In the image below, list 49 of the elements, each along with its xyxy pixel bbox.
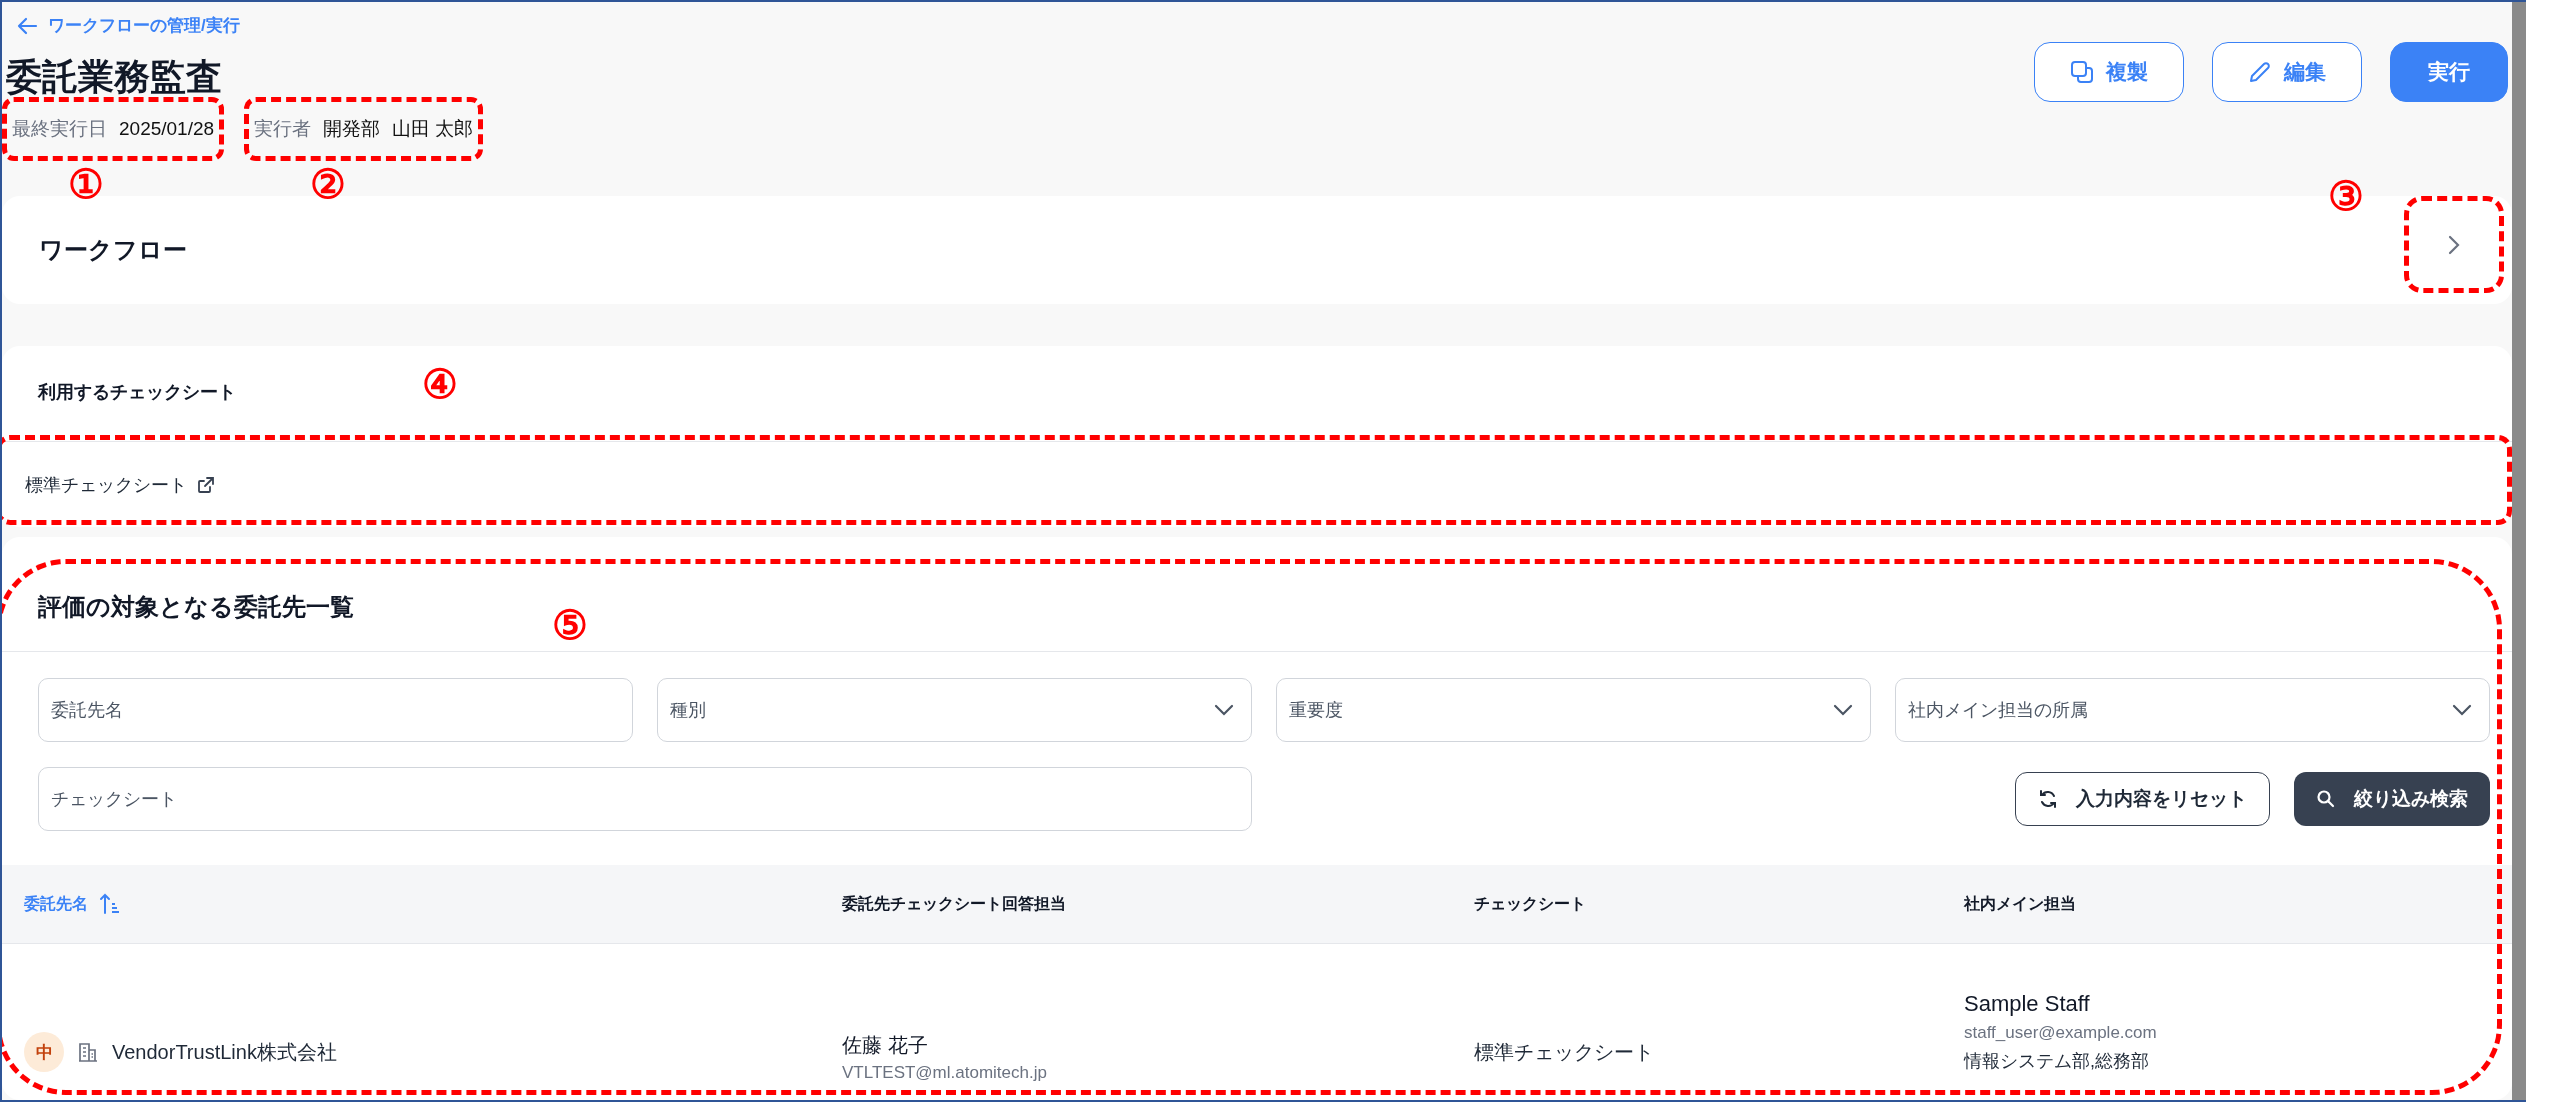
- importance-badge: 中: [24, 1032, 64, 1073]
- section-title: ワークフロー: [39, 235, 187, 266]
- run-button[interactable]: 実行: [2390, 42, 2508, 102]
- pencil-icon: [2248, 60, 2272, 84]
- building-icon: [78, 1041, 98, 1064]
- filter-dropdown[interactable]: 種別: [657, 678, 1252, 743]
- reset-button[interactable]: 入力内容をリセット: [2015, 772, 2270, 827]
- annotation-number: ⑤: [552, 603, 588, 648]
- meta-value: 山田 太郎: [392, 117, 474, 142]
- chevron-down-icon: [1213, 703, 1235, 718]
- email-text: staff_user@example.com: [1964, 1023, 2157, 1044]
- filter-field[interactable]: チェックシート: [38, 767, 1252, 832]
- external-link-icon: [197, 475, 215, 494]
- annotation-number: ④: [422, 362, 458, 407]
- filter-dropdown[interactable]: 社内メイン担当の所属: [1895, 678, 2490, 743]
- column-header[interactable]: 委託先チェックシート回答担当: [842, 893, 1066, 915]
- column-header[interactable]: チェックシート: [1474, 893, 1586, 915]
- checksheet-link[interactable]: 標準チェックシート: [25, 472, 187, 497]
- filter-field[interactable]: 委託先名: [38, 678, 633, 743]
- copy-button[interactable]: 複製: [2034, 42, 2184, 102]
- refresh-icon: [2038, 789, 2058, 810]
- search-icon: [2316, 789, 2336, 810]
- meta-value: 開発部: [323, 117, 381, 142]
- chevron-down-icon: [1832, 703, 1854, 718]
- column-header[interactable]: 社内メイン担当: [1964, 893, 2076, 915]
- chevron-right-icon[interactable]: [2447, 233, 2461, 256]
- search-button[interactable]: 絞り込み検索: [2294, 772, 2490, 827]
- filter-dropdown[interactable]: 重要度: [1276, 678, 1871, 743]
- edit-button[interactable]: 編集: [2212, 42, 2362, 102]
- scrollbar[interactable]: [2512, 2, 2526, 1100]
- back-arrow-icon: [16, 16, 38, 35]
- checksheet-name: 標準チェックシート: [1474, 1039, 1654, 1065]
- person-name: Sample Staff: [1964, 991, 2090, 1018]
- annotation-number: ②: [310, 162, 347, 207]
- meta-label: 実行者: [254, 117, 312, 142]
- email-text: VTLTEST@ml.atomitech.jp: [842, 1062, 1047, 1083]
- copy-icon: [2070, 60, 2094, 84]
- section-title: 評価の対象となる委託先一覧: [38, 593, 354, 621]
- person-name: 佐藤 花子: [842, 1032, 928, 1058]
- department-text: 情報システム部,総務部: [1964, 1050, 2149, 1074]
- chevron-down-icon: [2451, 703, 2473, 718]
- vendor-name: VendorTrustLink株式会社: [112, 1039, 337, 1065]
- annotation-number: ①: [68, 162, 104, 207]
- annotation-number: ③: [2328, 174, 2364, 219]
- meta-label: 最終実行日: [12, 117, 107, 142]
- sort-ascending-icon[interactable]: [98, 892, 122, 917]
- section-title: 利用するチェックシート: [38, 382, 236, 403]
- page-title: 委託業務監査: [6, 55, 223, 99]
- meta-value: 2025/01/28: [119, 118, 215, 141]
